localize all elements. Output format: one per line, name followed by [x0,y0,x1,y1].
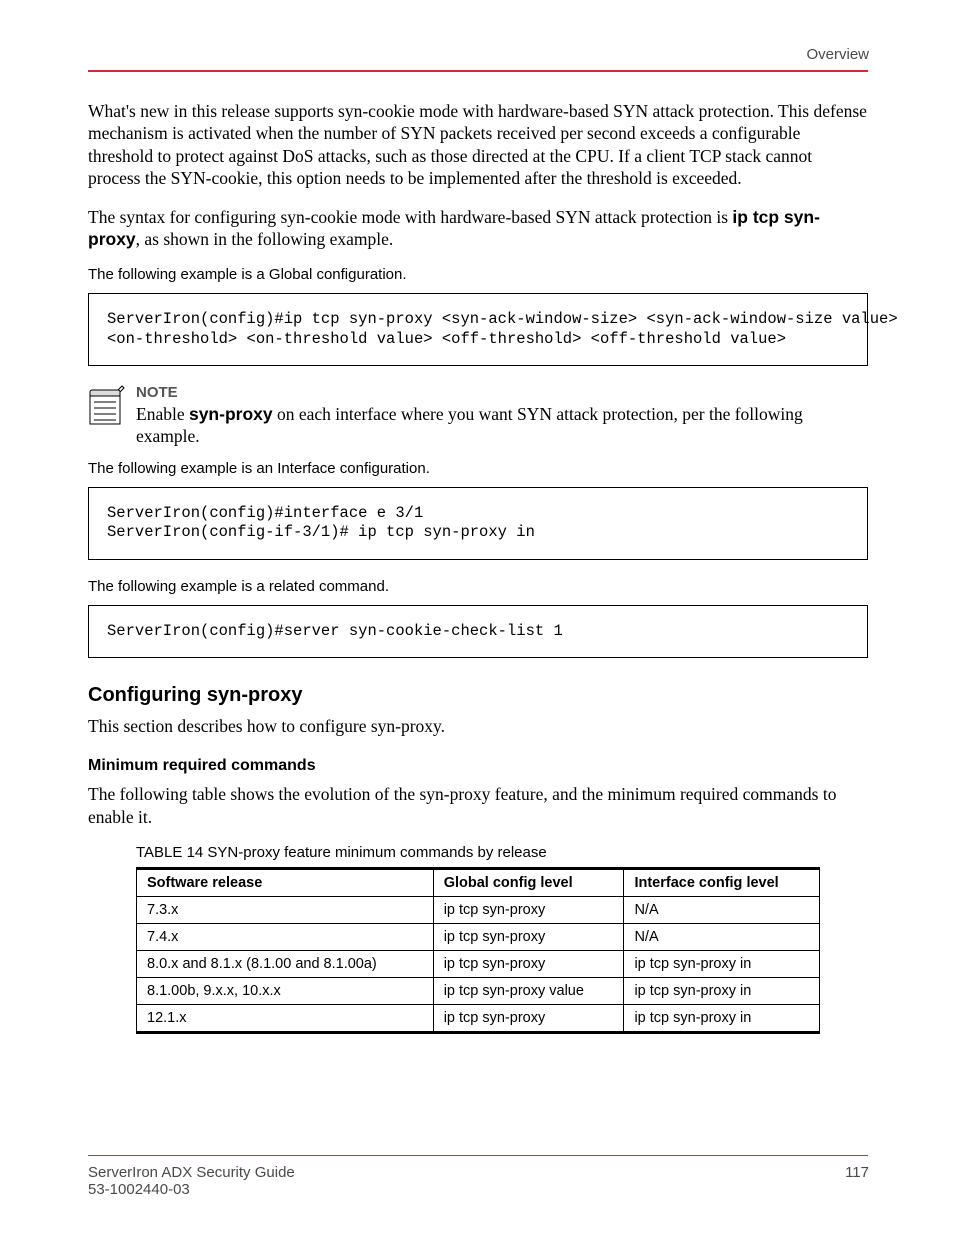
table-cell: N/A [624,897,820,924]
table-header-col-0: Software release [137,869,434,897]
related-example-code: ServerIron(config)#server syn-cookie-che… [88,605,868,658]
table-cell: 7.4.x [137,924,434,951]
table-header-col-2: Interface config level [624,869,820,897]
note-text: Enable syn-proxy on each interface where… [136,403,868,448]
table-row: 7.3.x ip tcp syn-proxy N/A [137,897,820,924]
table-cell: ip tcp syn-proxy in [624,978,820,1005]
table-row: 8.0.x and 8.1.x (8.1.00 and 8.1.00a) ip … [137,951,820,978]
table-row: 12.1.x ip tcp syn-proxy ip tcp syn-proxy… [137,1005,820,1033]
page-number: 117 [845,1164,869,1181]
subsection-heading: Minimum required commands [88,757,868,775]
page-body: What's new in this release supports syn-… [88,100,868,1034]
intro-paragraph-2: The syntax for configuring syn-cookie mo… [88,206,868,251]
table-cell: N/A [624,924,820,951]
table-header-row: Software release Global config level Int… [137,869,820,897]
table-cell: ip tcp syn-proxy in [624,1005,820,1033]
section-intro: This section describes how to configure … [88,715,868,737]
table-cell: ip tcp syn-proxy value [433,978,624,1005]
section-heading: Configuring syn-proxy [88,684,868,707]
table-cell: ip tcp syn-proxy [433,924,624,951]
table-header-col-1: Global config level [433,869,624,897]
interface-example-code: ServerIron(config)#interface e 3/1 Serve… [88,487,868,560]
table-container: TABLE 14 SYN-proxy feature minimum comma… [136,844,820,1034]
header-rule [88,70,868,72]
intro-p2-prefix: The syntax for configuring syn-cookie mo… [88,207,732,227]
table-cell: 8.1.00b, 9.x.x, 10.x.x [137,978,434,1005]
note-label: NOTE [136,384,868,401]
intro-paragraph-1: What's new in this release supports syn-… [88,100,868,190]
subsection-intro: The following table shows the evolution … [88,783,868,828]
footer-title-text: ServerIron ADX Security Guide [88,1164,295,1181]
note-block: NOTE Enable syn-proxy on each interface … [88,384,868,448]
note-icon [88,384,126,426]
footer-sub: 53-1002440-03 [88,1181,190,1198]
footer-title: ServerIron ADX Security Guide 53-1002440… [88,1164,295,1198]
intro-p2-suffix: , as shown in the following example. [136,229,394,249]
interface-example-label: The following example is an Interface co… [88,460,868,477]
note-text-bold: syn-proxy [189,404,273,424]
table-cell: ip tcp syn-proxy [433,897,624,924]
footer-rule [88,1155,868,1156]
table-row: 7.4.x ip tcp syn-proxy N/A [137,924,820,951]
table-cell: 7.3.x [137,897,434,924]
table-cell: 8.0.x and 8.1.x (8.1.00 and 8.1.00a) [137,951,434,978]
table-caption: TABLE 14 SYN-proxy feature minimum comma… [136,844,820,861]
header-section-title: Overview [806,46,869,63]
table-cell: 12.1.x [137,1005,434,1033]
related-example-label: The following example is a related comma… [88,578,868,595]
note-text-prefix: Enable [136,404,189,424]
table-cell: ip tcp syn-proxy [433,1005,624,1033]
global-example-code: ServerIron(config)#ip tcp syn-proxy <syn… [88,293,868,366]
syn-proxy-table: Software release Global config level Int… [136,867,820,1034]
global-example-label: The following example is a Global config… [88,266,868,283]
table-row: 8.1.00b, 9.x.x, 10.x.x ip tcp syn-proxy … [137,978,820,1005]
table-cell: ip tcp syn-proxy [433,951,624,978]
table-cell: ip tcp syn-proxy in [624,951,820,978]
